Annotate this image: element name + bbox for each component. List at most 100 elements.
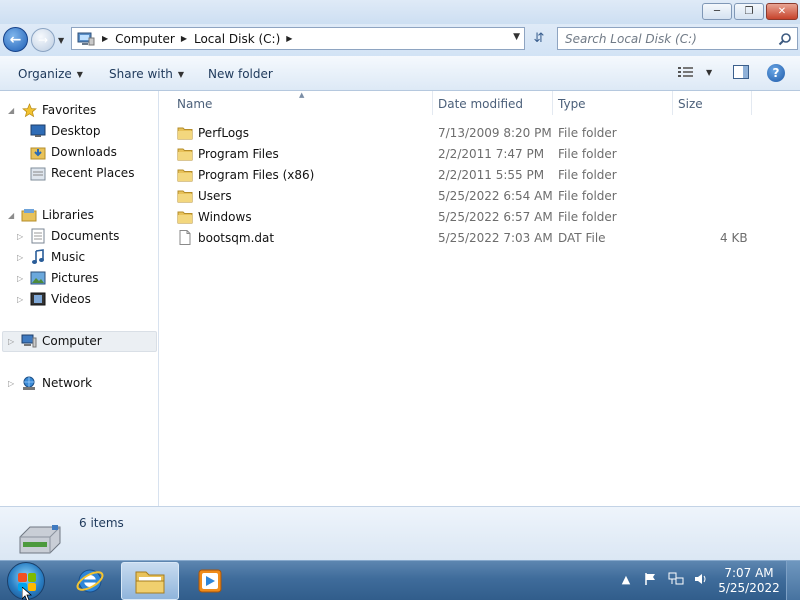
details-view-icon [678,67,693,77]
documents-icon [30,228,46,244]
network-icon [21,375,37,391]
share-with-button[interactable]: Share with ▼ [109,67,184,81]
taskbar-windows-explorer[interactable] [121,562,179,600]
expand-arrow-icon[interactable]: ▷ [8,337,14,346]
breadcrumb-arrow-icon[interactable]: ▶ [102,34,108,43]
mouse-cursor-icon [22,587,32,600]
expand-arrow-icon[interactable]: ▷ [8,379,14,388]
address-bar[interactable]: ▶ Computer ▶ Local Disk (C:) ▶ ▼ [71,27,525,50]
breadcrumb-arrow-icon[interactable]: ▶ [181,34,187,43]
nav-downloads[interactable]: Downloads [30,142,117,162]
expand-arrow-icon[interactable]: ▷ [17,253,23,262]
file-type: File folder [558,168,617,182]
preview-pane-button[interactable] [733,65,749,79]
restore-button[interactable]: ❐ [734,3,764,20]
title-bar: ─ ❐ ✕ [0,0,800,24]
column-divider[interactable] [552,91,553,115]
nav-favorites[interactable]: ◢ Favorites [8,100,96,120]
file-name: Windows [198,210,252,224]
file-row[interactable]: Program Files 2/2/2011 7:47 PM File fold… [173,143,753,164]
file-row[interactable]: Users 5/25/2022 6:54 AM File folder [173,185,753,206]
organize-button[interactable]: Organize ▼ [18,67,83,81]
address-history-dropdown[interactable]: ▼ [513,32,520,42]
action-center-flag-icon[interactable] [643,571,659,587]
expand-arrow-icon[interactable]: ▷ [17,274,23,283]
downloads-folder-icon [30,144,46,160]
folder-icon [177,127,193,140]
nav-libraries[interactable]: ◢ Libraries [8,205,94,225]
new-folder-button[interactable]: New folder [208,67,273,81]
file-date: 5/25/2022 6:54 AM [438,189,553,203]
column-divider[interactable] [672,91,673,115]
volume-icon[interactable] [693,571,709,587]
nav-videos[interactable]: ▷ Videos [17,289,91,309]
file-name: Users [198,189,232,203]
expand-arrow-icon[interactable]: ▷ [17,295,23,304]
navigation-bar: ← → ▼ ▶ Computer ▶ Local Disk (C:) ▶ ▼ ⇵ [0,24,800,56]
taskbar-internet-explorer[interactable] [61,562,119,600]
nav-computer[interactable]: ▷ Computer [8,331,102,351]
file-name: Program Files (x86) [198,168,315,182]
file-row[interactable]: bootsqm.dat 5/25/2022 7:03 AM DAT File 4… [173,227,753,248]
column-header-size[interactable]: Size [678,97,703,111]
file-date: 2/2/2011 7:47 PM [438,147,545,161]
computer-location-icon [76,31,96,47]
column-header-name[interactable]: Name [177,97,212,111]
folder-icon [177,148,193,161]
forward-button[interactable]: → [31,28,55,52]
folder-icon [135,571,165,594]
nav-documents[interactable]: ▷ Documents [17,226,119,246]
back-arrow-icon: ← [9,31,22,48]
main-area: ◢ Favorites Desktop Downloads Recent Pla… [0,91,800,506]
show-hidden-icons-icon[interactable]: ▲ [618,571,634,587]
refresh-button[interactable]: ⇵ [527,27,551,50]
videos-icon [30,291,46,307]
back-button[interactable]: ← [3,27,28,52]
breadcrumb-arrow-icon[interactable]: ▶ [286,34,292,43]
forward-arrow-icon: → [37,33,49,47]
file-name: PerfLogs [198,126,250,140]
details-pane: 6 items [0,506,800,560]
nav-desktop[interactable]: Desktop [30,121,101,141]
recent-places-icon [30,165,46,181]
file-row[interactable]: PerfLogs 7/13/2009 8:20 PM File folder [173,122,753,143]
search-icon[interactable] [778,32,792,46]
column-divider[interactable] [432,91,433,115]
taskbar: ▲ 7:07 AM 5/25/2022 [0,560,800,600]
minimize-button[interactable]: ─ [702,3,732,20]
internet-explorer-icon [76,569,104,593]
network-status-icon[interactable] [668,571,684,587]
breadcrumb-computer[interactable]: Computer [115,32,175,46]
column-header-date-modified[interactable]: Date modified [438,97,523,111]
nav-music[interactable]: ▷ Music [17,247,85,267]
restore-icon: ❐ [744,5,754,17]
help-button[interactable]: ? [767,64,785,82]
show-desktop-button[interactable] [786,561,800,600]
computer-icon [21,333,37,349]
expand-arrow-icon[interactable]: ▷ [17,232,23,241]
media-player-icon [198,569,222,593]
expand-arrow-icon[interactable]: ◢ [8,211,14,220]
close-button[interactable]: ✕ [766,3,798,20]
nav-pictures[interactable]: ▷ Pictures [17,268,99,288]
music-icon [30,249,46,265]
taskbar-media-player[interactable] [181,562,239,600]
libraries-icon [21,207,37,223]
file-row[interactable]: Windows 5/25/2022 6:57 AM File folder [173,206,753,227]
search-box[interactable] [557,27,798,50]
breadcrumb-local-disk[interactable]: Local Disk (C:) [194,32,280,46]
file-row[interactable]: Program Files (x86) 2/2/2011 5:55 PM Fil… [173,164,753,185]
nav-recent-places[interactable]: Recent Places [30,163,134,183]
expand-arrow-icon[interactable]: ◢ [8,106,14,115]
recent-pages-dropdown[interactable]: ▼ [58,36,64,45]
nav-network[interactable]: ▷ Network [8,373,92,393]
search-input[interactable] [565,31,775,46]
taskbar-clock[interactable]: 7:07 AM 5/25/2022 [716,566,782,596]
change-view-button[interactable]: ▼ [678,66,712,78]
command-bar: Organize ▼ Share with ▼ New folder ▼ ? [0,56,800,91]
file-type: File folder [558,210,617,224]
column-divider[interactable] [751,91,752,115]
column-header-type[interactable]: Type [558,97,586,111]
close-icon: ✕ [777,5,787,17]
file-date: 2/2/2011 5:55 PM [438,168,545,182]
